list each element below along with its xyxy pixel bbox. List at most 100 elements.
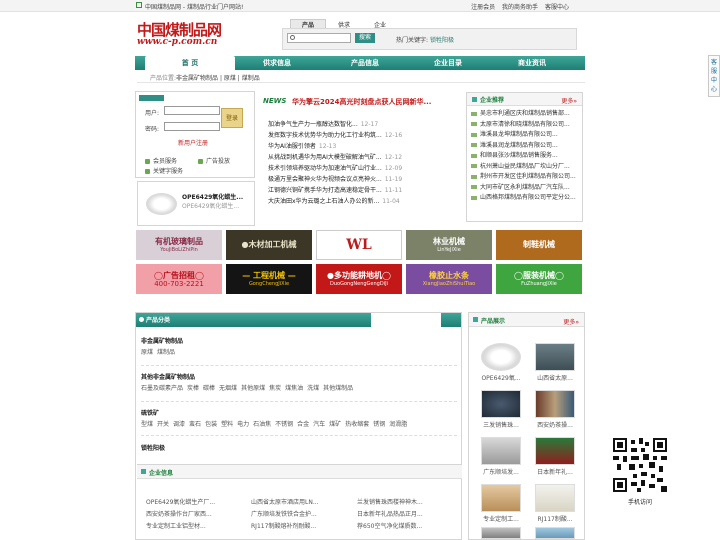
mobile-qr-code[interactable]: 手机访问: [610, 435, 670, 507]
hot-keyword-link[interactable]: 锁牲阳极: [430, 37, 454, 44]
list-item[interactable]: RJ117制酸熔补剂耐酸...: [251, 521, 316, 530]
category-heading[interactable]: 其他非金属矿物制品: [141, 373, 357, 382]
list-item[interactable]: 华为AI油服引领者 12-13: [268, 141, 402, 152]
list-item[interactable]: 大庆油田x华为云璐之上石油人办公的新... 11-04: [268, 196, 402, 207]
customer-service-tab[interactable]: 客服中心: [708, 55, 720, 97]
product-card[interactable]: 专业定制工...: [477, 484, 525, 523]
category-heading[interactable]: 硫铁矿: [141, 409, 411, 418]
list-item[interactable]: OPE6429氧化蜡生产厂...: [146, 497, 215, 506]
list-item[interactable]: 潍溪县龙坤煤制品有限公司...: [471, 130, 582, 141]
username-input[interactable]: [164, 106, 220, 115]
category-heading[interactable]: 非金属矿物制品: [141, 337, 183, 346]
product-card[interactable]: 三发销售珠...: [477, 390, 525, 429]
list-item[interactable]: 潍溪县润龙煤制品有限公司...: [471, 141, 582, 152]
list-item[interactable]: 荐650空气净化煤质数...: [357, 521, 422, 530]
service-center-link[interactable]: 客服中心: [545, 4, 569, 11]
nav-home[interactable]: 首 页: [145, 56, 235, 70]
home-icon[interactable]: [136, 2, 142, 8]
category-link[interactable]: 塑料: [221, 421, 233, 428]
product-card[interactable]: 西安奶茶操...: [531, 390, 579, 429]
product-card[interactable]: 广东顺培发...: [477, 437, 525, 476]
list-item[interactable]: 日本新年礼品热品正月...: [357, 509, 423, 518]
register-link[interactable]: 注册会员: [471, 4, 495, 11]
product-card[interactable]: RJ117制酸...: [531, 484, 579, 523]
category-link[interactable]: 润滑脂: [389, 421, 407, 428]
search-input[interactable]: [287, 33, 351, 43]
list-item[interactable]: 发挥数字技术优势华为助力化工行业构筑... 12-16: [268, 130, 402, 141]
ad-banner[interactable]: ●多功能耕地机◯ DuoGongNengGengDiJi: [316, 264, 402, 294]
category-link[interactable]: 其他原煤: [241, 385, 265, 392]
list-item[interactable]: 大同市矿区永利煤制品厂汽车队...: [471, 183, 582, 194]
showcase-more-link[interactable]: 更多»: [563, 317, 579, 326]
list-item[interactable]: 广东顺培发铁铁合金护...: [251, 509, 317, 518]
product-card[interactable]: 日本新年礼...: [531, 437, 579, 476]
ad-banner[interactable]: ◯广告招租◯ 400-703-2221: [136, 264, 222, 294]
category-link[interactable]: 煤矿: [329, 421, 341, 428]
product-card[interactable]: [531, 527, 579, 539]
list-item[interactable]: 荆州市开发区佳利煤制品有限公司...: [471, 172, 582, 183]
password-input[interactable]: [164, 122, 220, 131]
keyword-service[interactable]: 关键字服务: [145, 166, 183, 175]
category-link[interactable]: 开关: [157, 421, 169, 428]
category-link[interactable]: 无烟煤: [219, 385, 237, 392]
featured-product[interactable]: OPE6429氧化蜡生... OPE6429氧化蜡生...: [137, 181, 255, 226]
list-item[interactable]: 太原市清徐和晓煤制品有限公司...: [471, 120, 582, 131]
category-link[interactable]: 焦炭: [269, 385, 281, 392]
nav-supply[interactable]: 供求信息: [232, 58, 322, 68]
ad-banner[interactable]: 有机玻璃制品 YouJiBoLiZhiPin: [136, 230, 222, 260]
category-link[interactable]: 煤制品: [157, 349, 175, 356]
rec-more-link[interactable]: 更多»: [561, 96, 577, 105]
product-card[interactable]: [477, 527, 525, 539]
category-link[interactable]: 洗煤: [307, 385, 319, 392]
nav-products[interactable]: 产品信息: [320, 58, 410, 68]
list-item[interactable]: 山西格邦煤制品有限公司平定分公...: [471, 193, 582, 204]
category-link[interactable]: 煤焦油: [285, 385, 303, 392]
category-link[interactable]: 合金: [297, 421, 309, 428]
list-item[interactable]: 专业定制工业铝型材...: [146, 521, 206, 530]
breadcrumb-path[interactable]: 非金属矿物制品 | 原煤 | 煤制品: [176, 75, 260, 82]
search-button[interactable]: 搜索: [355, 33, 375, 43]
category-link[interactable]: 石墨及碳素产品: [141, 385, 183, 392]
biz-assistant-link[interactable]: 我的商务助手: [502, 4, 538, 11]
category-link[interactable]: 蛮石: [189, 421, 201, 428]
login-button[interactable]: 登录: [221, 108, 243, 128]
ad-banner[interactable]: ●木材加工机械: [226, 230, 312, 260]
ad-service[interactable]: 广告投放: [198, 156, 230, 165]
category-heading[interactable]: 锁牲阳极: [141, 444, 165, 453]
product-card[interactable]: 山西省太原...: [531, 343, 579, 382]
nav-companies[interactable]: 企业目录: [403, 58, 493, 68]
category-link[interactable]: 其他煤制品: [323, 385, 353, 392]
category-link[interactable]: 石油焦: [253, 421, 271, 428]
list-item[interactable]: 从挑战到机遇华为用AI大模型破解油气矿... 12-12: [268, 152, 402, 163]
nav-news[interactable]: 商业资讯: [487, 58, 577, 68]
category-link[interactable]: 电力: [237, 421, 249, 428]
list-item[interactable]: 吴忠市利通区庆和煤制品销售部...: [471, 109, 582, 120]
list-item[interactable]: 山西省太原市酒店用LN...: [251, 497, 319, 506]
ad-banner[interactable]: 林业机械 LinYeJiXie: [406, 230, 492, 260]
list-item[interactable]: 兰发销售珠西楼神神木...: [357, 497, 423, 506]
list-item[interactable]: 极通万里会聚神火华为视频会议点亮神火... 11-19: [268, 174, 402, 185]
category-link[interactable]: 不锈钢: [275, 421, 293, 428]
ad-banner[interactable]: ◯服装机械◯ FuZhuangJiXie: [496, 264, 582, 294]
category-link[interactable]: 汽车: [313, 421, 325, 428]
news-headline[interactable]: 华为擎云2024高光时刻盘点获人民网新华...: [292, 97, 431, 107]
list-item[interactable]: 江钢德兴铜矿携手华为打造高速稳定骨干... 11-11: [268, 185, 402, 196]
ad-banner[interactable]: WL: [316, 230, 402, 260]
category-link[interactable]: 型煤: [141, 421, 153, 428]
site-logo[interactable]: 中国煤制品网 www.c-p.com.cn: [137, 23, 257, 49]
list-item[interactable]: 技术引领培养驱动华为加速油气矿山行业... 12-09: [268, 163, 402, 174]
category-link[interactable]: 碳棒: [203, 385, 215, 392]
category-link[interactable]: 锈钢: [373, 421, 385, 428]
category-link[interactable]: 热收缩套: [345, 421, 369, 428]
list-item[interactable]: 杭州萧山益民煤制品厂坎山分厂...: [471, 162, 582, 173]
ad-banner[interactable]: 制鞋机械: [496, 230, 582, 260]
register-link[interactable]: 新用户注册: [178, 138, 208, 147]
list-item[interactable]: 加油争气生产力一瓶醇达数智化... 12-17: [268, 119, 402, 130]
member-service[interactable]: 会员服务: [145, 156, 177, 165]
category-link[interactable]: 炭棒: [187, 385, 199, 392]
category-link[interactable]: 原煤: [141, 349, 153, 356]
list-item[interactable]: 西安奶茶操作台厂家西...: [146, 509, 212, 518]
ad-banner[interactable]: — 工程机械 — GongChengJiXie: [226, 264, 312, 294]
category-link[interactable]: 调漆: [173, 421, 185, 428]
ad-banner[interactable]: 橡胶止水条 XiangJiaoZhiShuiTiao: [406, 264, 492, 294]
